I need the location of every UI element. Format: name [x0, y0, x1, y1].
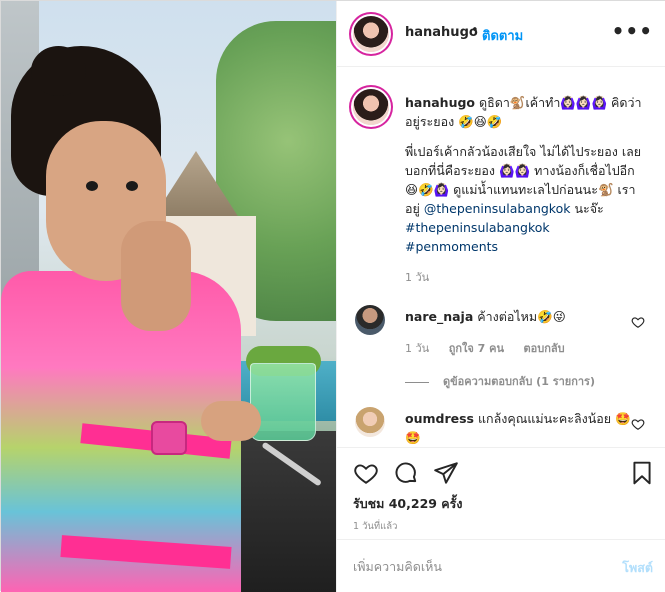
view-count[interactable]: รับชม 40,229 ครั้ง: [353, 494, 463, 514]
child-hand: [121, 221, 191, 331]
replies-divider: [405, 381, 429, 383]
post-timestamp: 1 วันที่แล้ว: [353, 521, 398, 532]
child-eye-right: [126, 181, 138, 191]
comment-heart-icon[interactable]: [631, 417, 645, 431]
vest-buckle: [151, 421, 187, 455]
heart-icon[interactable]: [353, 460, 379, 486]
bookmark-icon[interactable]: [629, 460, 655, 486]
comment-username[interactable]: oumdress: [405, 411, 474, 426]
comment-username[interactable]: nare_naja: [405, 309, 473, 324]
author-avatar[interactable]: [353, 16, 389, 52]
caption-hashtag[interactable]: #thepeninsulabangkok: [405, 220, 550, 235]
comment-timestamp: 1 วัน: [405, 342, 430, 355]
comment-avatar[interactable]: [355, 407, 385, 437]
reply-button[interactable]: ตอบกลับ: [524, 342, 565, 355]
comment-likes[interactable]: ถูกใจ 7 คน: [449, 342, 504, 355]
comment-meta: 1 วัน ถูกใจ 7 คน ตอบกลับ: [405, 339, 581, 357]
caption-hashtag[interactable]: #penmoments: [405, 239, 498, 254]
comment: nare_naja ค้างต่อไหม🤣😜: [405, 307, 631, 326]
comment: oumdress แกล้งคุณแม่นะคะลิงน้อย 🤩🤩: [405, 409, 631, 447]
green-glass: [250, 363, 316, 441]
comments-section[interactable]: hanahugo ดูธิดา🐒เค้าทำ🙆🏻‍♀️🙆🏻‍♀️🙆🏻‍♀️ คิ…: [337, 67, 665, 447]
post-caption: hanahugo ดูธิดา🐒เค้าทำ🙆🏻‍♀️🙆🏻‍♀️🙆🏻‍♀️ คิ…: [405, 93, 645, 267]
header-separator: •: [471, 23, 479, 38]
view-replies-label: ดูข้อความตอบกลับ (1 รายการ): [443, 375, 595, 388]
comment-heart-icon[interactable]: [631, 315, 645, 329]
post-side-panel: hanahugo • ติดตาม ••• hanahugo ดูธิดา🐒เค…: [336, 1, 665, 592]
caption-mention[interactable]: @thepeninsulabangkok: [424, 201, 571, 216]
comment-avatar[interactable]: [355, 305, 385, 335]
child-eye-left: [86, 181, 98, 191]
add-comment-bar: โพสต์: [337, 539, 665, 592]
post-video[interactable]: [1, 1, 336, 592]
paper-plane-icon[interactable]: [433, 460, 459, 486]
author-username[interactable]: hanahugo: [405, 25, 478, 40]
child-hair-bun: [31, 46, 86, 96]
child-arm: [201, 401, 261, 441]
comment-text: ค้างต่อไหม🤣😜: [477, 309, 566, 324]
caption-author-avatar[interactable]: [353, 89, 389, 125]
caption-username[interactable]: hanahugo: [405, 95, 475, 110]
follow-button[interactable]: ติดตาม: [482, 25, 523, 46]
comment-input[interactable]: [353, 556, 593, 576]
ellipsis-icon[interactable]: •••: [612, 19, 653, 43]
post-header: hanahugo • ติดตาม •••: [337, 1, 665, 67]
comment-icon[interactable]: [393, 460, 419, 486]
post-comment-button[interactable]: โพสต์: [622, 558, 653, 578]
view-replies-button[interactable]: ดูข้อความตอบกลับ (1 รายการ): [405, 372, 595, 390]
caption-after-mention: นะจ๊ะ: [570, 201, 604, 216]
caption-timestamp: 1 วัน: [405, 271, 430, 284]
instagram-post: hanahugo • ติดตาม ••• hanahugo ดูธิดา🐒เค…: [0, 0, 665, 592]
